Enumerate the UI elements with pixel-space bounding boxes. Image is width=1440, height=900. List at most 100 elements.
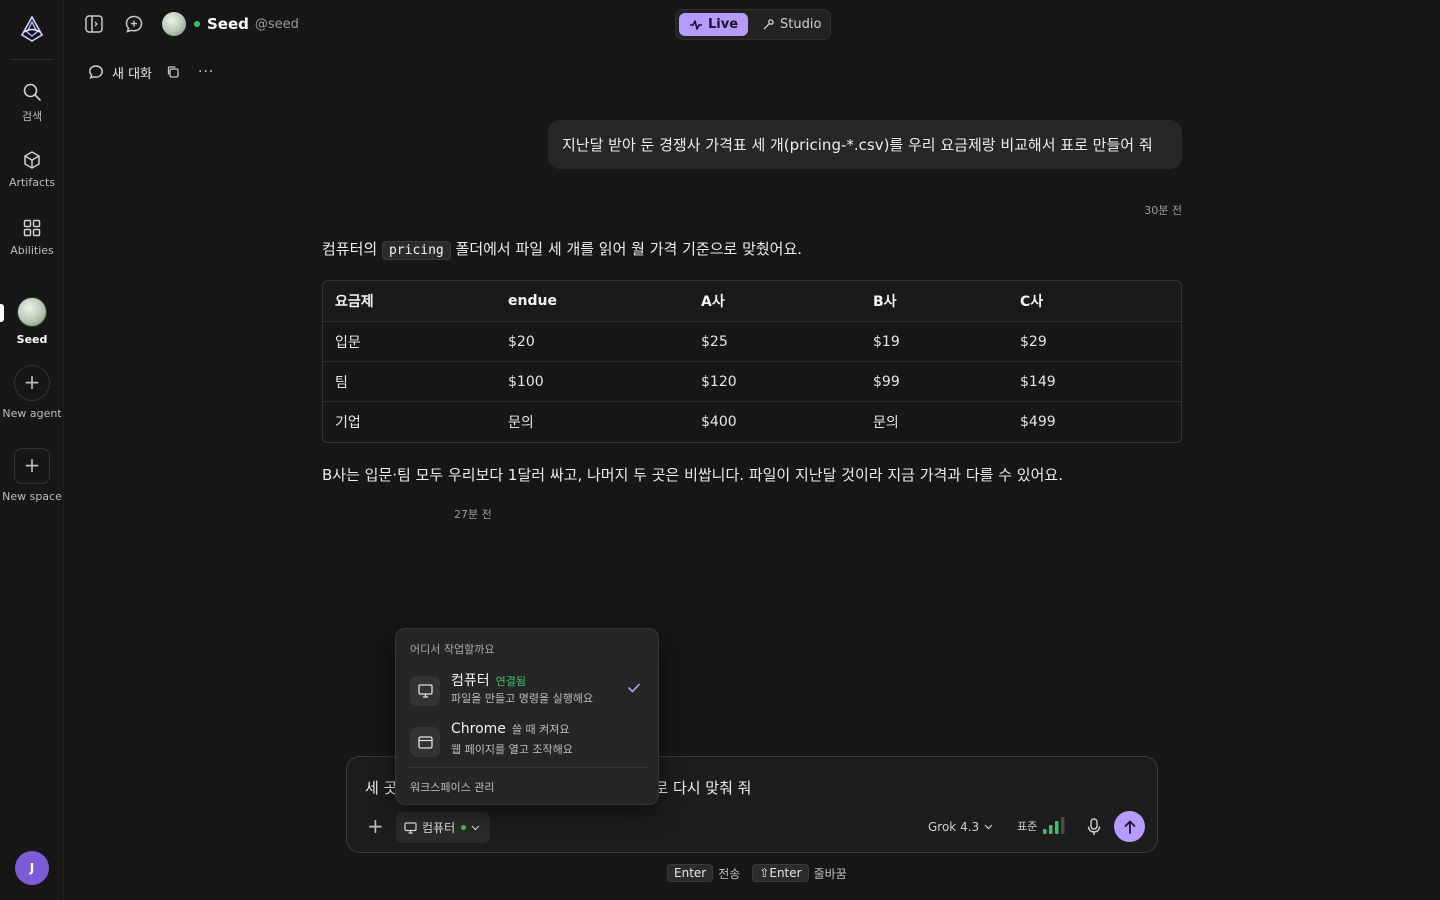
rail-item-new-space[interactable]: + New space — [0, 448, 64, 503]
rail-item-label: New space — [2, 490, 62, 503]
rail-item-label: New agent — [2, 407, 62, 420]
table-cell: $25 — [689, 322, 861, 362]
keyboard-hints: Enter 전송 ⇧Enter 줄바꿈 — [667, 864, 847, 882]
agent-handle: @seed — [254, 16, 299, 32]
chevron-down-icon — [984, 824, 993, 830]
assistant-intro: 컴퓨터의 pricing 폴더에서 파일 세 개를 읽어 월 가격 기준으로 맞… — [322, 238, 802, 260]
send-button[interactable] — [1114, 811, 1145, 842]
table-cell: 팀 — [323, 362, 496, 402]
app-logo-icon[interactable] — [20, 16, 44, 42]
rail-item-seed[interactable]: Seed — [0, 297, 64, 346]
tab-label: Studio — [780, 17, 822, 32]
option-title-text: Chrome — [451, 721, 506, 737]
workspace-select-button[interactable]: 컴퓨터 — [396, 812, 490, 843]
tab-live[interactable]: Live — [679, 13, 749, 36]
rail-item-label: Abilities — [10, 244, 54, 257]
manage-workspaces-link[interactable]: 워크스페이스 관리 — [410, 779, 494, 795]
workspace-popover: 어디서 작업할까요 컴퓨터 연결됨 파일을 만들고 명령을 실행해요 Chrome… — [395, 628, 659, 805]
column-header: endue — [496, 281, 689, 322]
pricing-table: 요금제 endue A사 B사 C사 입문 $20 $25 $19 $29 팀 … — [322, 280, 1182, 443]
rail-item-label: Artifacts — [8, 176, 56, 189]
grid-icon — [23, 219, 41, 237]
column-header: A사 — [689, 281, 861, 322]
plus-icon: + — [14, 365, 50, 401]
table-cell: $120 — [689, 362, 861, 402]
workspace-label: 컴퓨터 — [422, 821, 456, 835]
rail-item-abilities[interactable]: Abilities — [0, 218, 64, 257]
rail-item-label: Seed — [16, 333, 48, 346]
option-description: 웹 페이지를 열고 조작해요 — [451, 743, 573, 756]
signal-bars-icon — [1043, 817, 1065, 834]
popover-heading: 어디서 작업할까요 — [410, 643, 495, 656]
microphone-icon[interactable] — [1086, 818, 1102, 836]
rail-item-label: 검색 — [21, 110, 43, 123]
table-cell: 입문 — [323, 322, 496, 362]
message-timestamp: 30분 전 — [1144, 204, 1182, 217]
table-header-row: 요금제 endue A사 B사 C사 — [323, 281, 1181, 322]
table-cell: $100 — [496, 362, 689, 402]
user-avatar[interactable]: J — [15, 851, 49, 885]
connected-dot — [461, 825, 467, 830]
kbd-shift-enter: ⇧Enter — [752, 864, 809, 882]
table-cell: $29 — [1008, 322, 1181, 362]
input-text-start: 세 곳 — [365, 779, 398, 797]
tab-studio[interactable]: Studio — [752, 13, 831, 36]
rail-item-artifacts[interactable]: Artifacts — [0, 150, 64, 189]
chevron-down-icon — [471, 825, 480, 830]
agent-avatar — [162, 12, 186, 36]
pulse-icon — [690, 19, 702, 30]
arrow-up-icon — [1124, 820, 1135, 834]
tab-label: Live — [708, 17, 739, 32]
rail-item-new-agent[interactable]: + New agent — [0, 365, 64, 420]
conversation-title[interactable]: 새 대화 — [112, 63, 152, 82]
attach-plus-icon[interactable]: + — [367, 816, 385, 836]
intro-text: 폴더에서 파일 세 개를 읽어 월 가격 기준으로 맞췄어요. — [450, 240, 803, 258]
workspace-option-chrome[interactable]: Chrome 쓸 때 켜져요 웹 페이지를 열고 조작해요 — [410, 721, 646, 761]
option-title: 컴퓨터 연결됨 — [451, 670, 526, 690]
left-rail: 검색 Artifacts Abilities Seed + New agent … — [0, 0, 64, 900]
table-row: 입문 $20 $25 $19 $29 — [323, 322, 1181, 362]
search-icon — [23, 83, 41, 101]
hint-send: 전송 — [718, 866, 741, 881]
copy-icon[interactable] — [166, 65, 180, 79]
rail-divider — [10, 59, 54, 60]
new-chat-icon[interactable] — [124, 14, 144, 34]
column-header: B사 — [861, 281, 1008, 322]
mode-switch: Live Studio — [675, 9, 831, 40]
monitor-icon — [404, 821, 417, 834]
input-text-end: 로 다시 맞춰 줘 — [654, 779, 752, 797]
browser-window-icon — [410, 727, 440, 757]
wrench-icon — [763, 19, 774, 30]
message-timestamp: 27분 전 — [454, 508, 492, 521]
option-title-text: 컴퓨터 — [451, 673, 490, 689]
assistant-summary: B사는 입문·팀 모두 우리보다 1달러 싸고, 나머지 두 곳은 비쌉니다. … — [322, 466, 1063, 484]
status-badge: 연결됨 — [495, 675, 527, 688]
toggle-sidebar-icon[interactable] — [84, 14, 104, 34]
column-header: C사 — [1008, 281, 1181, 322]
kbd-enter: Enter — [667, 864, 714, 882]
table-cell: $149 — [1008, 362, 1181, 402]
online-status-dot — [194, 21, 200, 27]
rail-item-search[interactable]: 검색 — [0, 82, 64, 124]
conversation-header: 새 대화 ··· — [88, 62, 214, 82]
workspace-option-computer[interactable]: 컴퓨터 연결됨 파일을 만들고 명령을 실행해요 — [410, 670, 646, 710]
intro-text: 컴퓨터의 — [322, 240, 382, 258]
effort-label: 표준 — [1017, 819, 1038, 833]
check-icon — [628, 683, 640, 693]
column-header: 요금제 — [323, 281, 496, 322]
model-label: Grok 4.3 — [928, 820, 980, 834]
model-selector[interactable]: Grok 4.3 — [928, 820, 993, 834]
effort-selector[interactable]: 표준 — [1017, 817, 1065, 834]
popover-divider — [408, 767, 648, 768]
user-message: 지난달 받아 둔 경쟁사 가격표 세 개(pricing-*.csv)를 우리 … — [548, 120, 1182, 169]
table-cell: $20 — [496, 322, 689, 362]
table-cell: $400 — [701, 414, 737, 430]
table-cell: $19 — [861, 322, 1008, 362]
agent-name: Seed — [207, 15, 249, 33]
table-cell: $499 — [1020, 414, 1056, 430]
seed-avatar — [17, 297, 47, 327]
table-cell: 문의 — [508, 415, 534, 431]
more-options-icon[interactable]: ··· — [198, 64, 214, 80]
hint-newline: 줄바꿈 — [813, 866, 847, 881]
agent-header[interactable]: Seed @seed — [162, 12, 299, 36]
